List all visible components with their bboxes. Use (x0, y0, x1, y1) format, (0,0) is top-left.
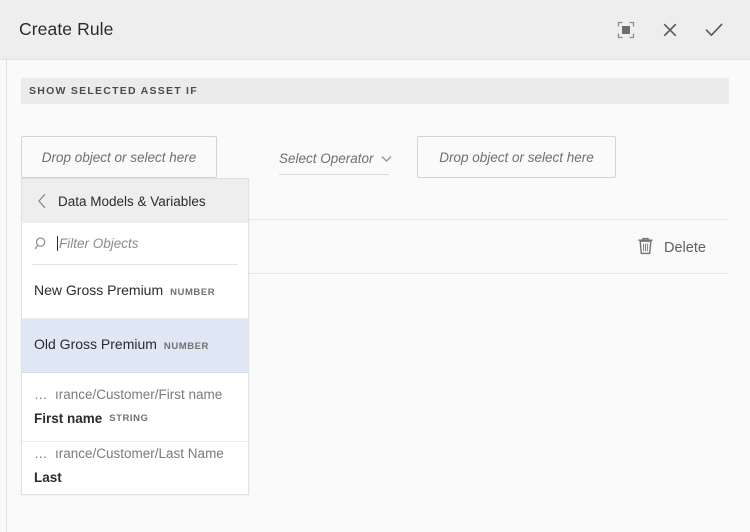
left-operand-dropzone[interactable]: Drop object or select here (21, 136, 217, 178)
delete-rule-button[interactable]: Delete (637, 235, 706, 261)
list-item-path: … ırance/Customer/Last Name (34, 442, 224, 466)
trash-icon (637, 236, 654, 261)
list-item-label: First name (34, 407, 102, 431)
list-item[interactable]: New Gross Premium NUMBER (22, 265, 248, 319)
list-item-type: STRING (109, 407, 148, 431)
section-header-label: SHOW SELECTED ASSET IF (21, 85, 198, 97)
page-title: Create Rule (19, 19, 113, 40)
operator-select[interactable]: Select Operator (279, 143, 389, 175)
page-left-edge (0, 0, 7, 532)
confirm-button[interactable] (692, 8, 736, 52)
chevron-left-icon[interactable] (26, 193, 58, 209)
operator-select-label: Select Operator (279, 151, 374, 166)
search-icon (32, 236, 50, 251)
dialog-titlebar: Create Rule (0, 0, 750, 60)
list-item[interactable]: … ırance/Customer/First name First name … (22, 373, 248, 442)
check-icon (703, 19, 725, 41)
condition-row: Drop object or select here Select Operat… (21, 136, 729, 178)
object-filter-row (32, 223, 238, 265)
object-picker-title: Data Models & Variables (58, 194, 206, 209)
filter-objects-input[interactable] (59, 236, 238, 251)
delete-rule-label: Delete (664, 240, 706, 256)
text-caret (57, 236, 58, 251)
fullscreen-icon (616, 20, 636, 40)
close-button[interactable] (648, 8, 692, 52)
object-picker-panel: Data Models & Variables New Gross Premiu… (21, 178, 249, 495)
list-item-type: NUMBER (164, 335, 209, 359)
fullscreen-button[interactable] (604, 8, 648, 52)
list-item-type: NUMBER (170, 281, 215, 305)
list-item-label: New Gross Premium (34, 278, 163, 302)
chevron-down-icon (381, 150, 392, 168)
list-item[interactable]: Old Gross Premium NUMBER (22, 319, 248, 373)
list-item-path: … ırance/Customer/First name (34, 383, 222, 407)
list-item-label: Old Gross Premium (34, 332, 157, 356)
list-item[interactable]: … ırance/Customer/Last Name Last (22, 442, 248, 490)
object-picker-list: New Gross Premium NUMBER Old Gross Premi… (22, 265, 248, 490)
object-picker-back-header[interactable]: Data Models & Variables (22, 179, 248, 223)
right-operand-dropzone[interactable]: Drop object or select here (417, 136, 616, 178)
right-operand-placeholder: Drop object or select here (439, 150, 594, 165)
section-header-bar: SHOW SELECTED ASSET IF (21, 78, 729, 104)
list-item-label: Last (34, 466, 62, 490)
titlebar-actions (604, 8, 750, 52)
close-icon (660, 20, 680, 40)
left-operand-placeholder: Drop object or select here (42, 150, 197, 165)
